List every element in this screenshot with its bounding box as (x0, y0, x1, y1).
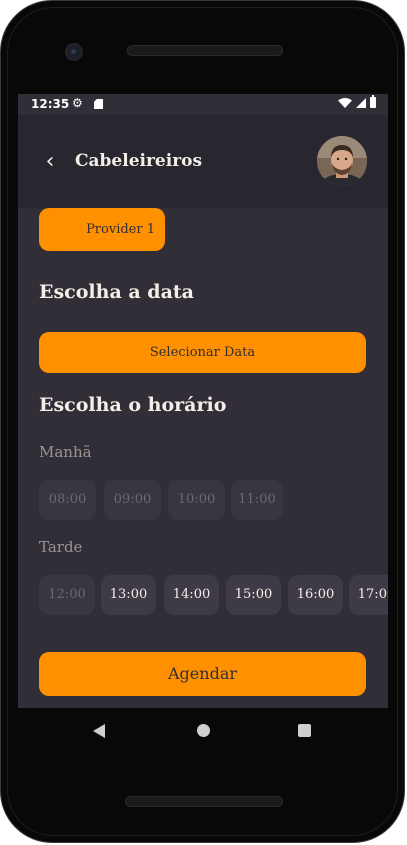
hour-1200: 12:00 (39, 575, 95, 615)
hour-0800: 08:00 (39, 480, 96, 520)
system-nav-bar (18, 708, 388, 754)
hour-1100: 11:00 (231, 480, 283, 520)
time-section-title: Escolha o horário (39, 394, 227, 416)
chevron-left-icon[interactable]: ‹ (40, 149, 60, 175)
app-header: ‹ Cabeleireiros (18, 115, 388, 208)
status-bar: 12:35 ⚙ (18, 94, 388, 115)
hour-1000: 10:00 (168, 480, 225, 520)
battery-icon (370, 95, 376, 108)
hour-0900: 09:00 (104, 480, 161, 520)
avatar-photo (317, 136, 367, 186)
earpiece-speaker (127, 45, 283, 56)
morning-label: Manhã (39, 443, 92, 461)
avatar[interactable] (317, 136, 367, 186)
afternoon-label: Tarde (39, 538, 83, 556)
select-date-button[interactable]: Selecionar Data (39, 332, 366, 373)
hour-1500[interactable]: 15:00 (226, 575, 281, 615)
hour-1400[interactable]: 14:00 (164, 575, 219, 615)
front-camera (65, 43, 83, 61)
cell-signal-icon (356, 97, 366, 108)
hour-1700[interactable]: 17:00 (349, 575, 388, 615)
schedule-button[interactable]: Agendar (39, 652, 366, 696)
nav-home-icon[interactable] (197, 724, 210, 737)
bottom-speaker (125, 796, 283, 807)
status-icons (338, 95, 376, 108)
status-time: 12:35 (31, 97, 70, 111)
nav-recents-icon[interactable] (298, 724, 311, 737)
date-section-title: Escolha a data (39, 281, 194, 303)
sd-card-icon (94, 99, 103, 109)
provider-item[interactable]: Provider 1 (39, 208, 165, 251)
nav-back-icon[interactable] (93, 724, 105, 738)
hour-1300[interactable]: 13:00 (101, 575, 156, 615)
main-content: Provider 1 Escolha a data Selecionar Dat… (18, 208, 388, 708)
wifi-icon (338, 97, 352, 108)
app-screen: 12:35 ⚙ ‹ Cabeleireiros Provider 1 Escol… (18, 94, 388, 708)
gear-icon: ⚙ (72, 96, 83, 110)
page-title: Cabeleireiros (75, 151, 203, 171)
hour-1600[interactable]: 16:00 (288, 575, 343, 615)
